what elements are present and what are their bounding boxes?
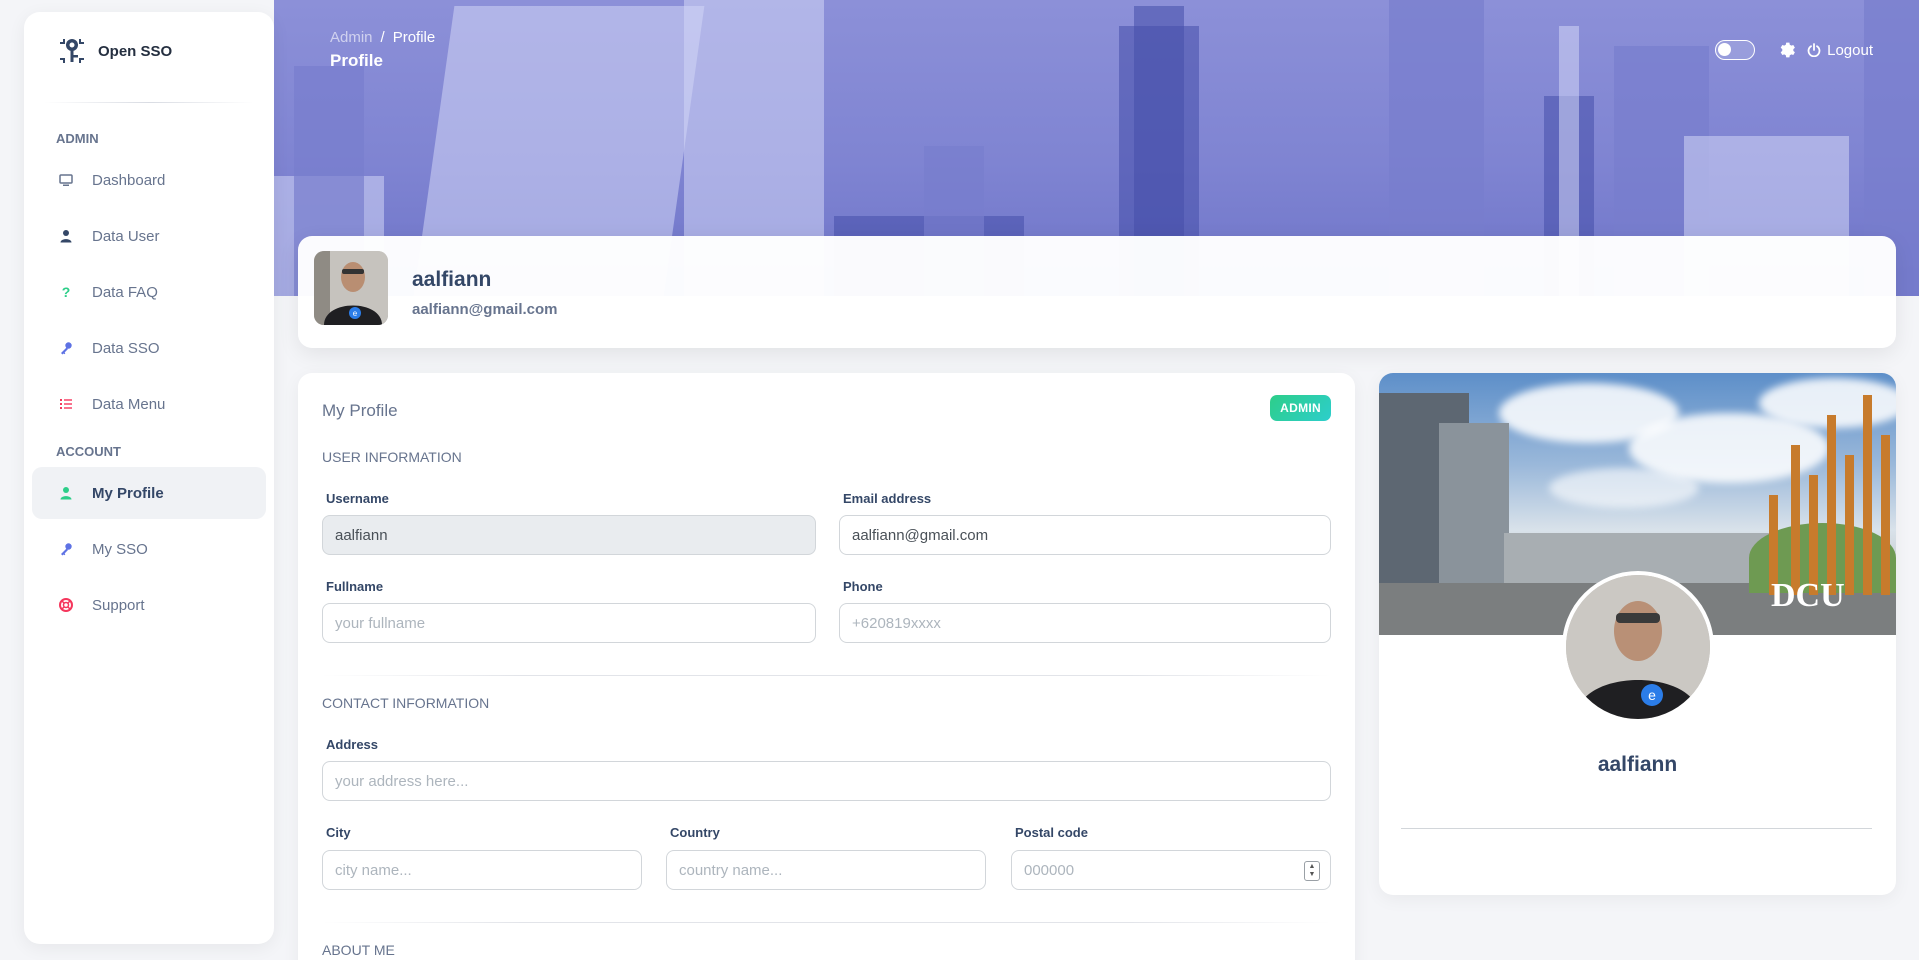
sidebar-divider (44, 102, 254, 103)
username-field[interactable]: aalfiann (322, 515, 816, 555)
sidebar-item-label: My SSO (92, 540, 148, 558)
cover-text: DCU (1771, 577, 1845, 614)
sidebar-item-my-profile[interactable]: My Profile (32, 467, 266, 519)
summary-name: aalfiann (1597, 753, 1678, 776)
logout-button[interactable]: Logout (1807, 42, 1873, 59)
sidebar-item-label: Data SSO (92, 339, 160, 357)
breadcrumb-current: Profile (392, 29, 436, 46)
page-title: Profile (330, 51, 383, 70)
city-label: City (326, 825, 351, 840)
address-label: Address (326, 737, 379, 752)
sidebar-item-label: Support (92, 596, 145, 614)
breadcrumb-separator: / (380, 29, 385, 46)
about-me-heading: ABOUT ME (322, 942, 395, 958)
brand-name: Open SSO (98, 42, 173, 60)
user-icon (56, 226, 76, 246)
postal-code-placeholder: 000000 (1024, 861, 1075, 879)
username-label: Username (326, 491, 389, 506)
avatar-large: e (1562, 571, 1714, 723)
sidebar-item-support[interactable]: Support (32, 579, 266, 631)
sidebar-item-data-user[interactable]: Data User (32, 210, 266, 262)
contact-information-heading: CONTACT INFORMATION (322, 695, 490, 711)
summary-divider (1401, 828, 1872, 829)
profile-email: aalfiann@gmail.com (412, 301, 558, 318)
city-field[interactable]: city name... (322, 850, 642, 890)
sidebar-section-admin: ADMIN (56, 131, 99, 146)
profile-summary-card: DCU e aalfiann (1379, 373, 1896, 895)
question-icon: ? (61, 284, 71, 300)
avatar: e (314, 251, 388, 325)
postal-code-field[interactable]: 000000 ▲ ▼ (1011, 850, 1331, 890)
form-title: My Profile (322, 401, 398, 420)
phone-label: Phone (843, 579, 883, 594)
key-icon (56, 338, 76, 358)
phone-field[interactable]: +620819xxxx (839, 603, 1331, 643)
dark-mode-toggle[interactable] (1715, 40, 1756, 60)
lifebuoy-icon (56, 595, 76, 615)
gear-icon[interactable] (1779, 42, 1796, 58)
brand[interactable]: Open SSO (24, 12, 274, 90)
sidebar-item-label: My Profile (92, 484, 164, 502)
monitor-icon (56, 170, 76, 190)
svg-text:e: e (353, 309, 358, 318)
sidebar-item-data-menu[interactable]: Data Menu (32, 378, 266, 430)
fullname-field[interactable]: your fullname (322, 603, 816, 643)
sidebar: Open SSO ADMIN Dashboard Data User ? Dat… (24, 12, 274, 944)
role-badge: ADMIN (1270, 395, 1331, 421)
sidebar-item-dashboard[interactable]: Dashboard (32, 154, 266, 206)
breadcrumb-root-link[interactable]: Admin (330, 29, 373, 46)
section-divider (322, 675, 1331, 676)
profile-header-card: e aalfiann aalfiann@gmail.com (298, 236, 1896, 348)
sidebar-item-data-sso[interactable]: Data SSO (32, 322, 266, 374)
sidebar-item-label: Data FAQ (92, 283, 158, 301)
sidebar-section-account: ACCOUNT (56, 444, 121, 459)
list-icon (56, 394, 76, 414)
country-label: Country (670, 825, 720, 840)
logout-label: Logout (1827, 41, 1873, 59)
user-icon (56, 483, 76, 503)
number-stepper-icon[interactable]: ▲ ▼ (1304, 861, 1320, 881)
svg-text:e: e (1648, 687, 1656, 703)
sidebar-item-label: Data User (92, 227, 160, 245)
email-label: Email address (843, 491, 932, 506)
sidebar-item-my-sso[interactable]: My SSO (32, 523, 266, 575)
sidebar-item-data-faq[interactable]: ? Data FAQ (32, 266, 266, 318)
top-actions: Logout (1715, 40, 1873, 60)
section-divider (322, 922, 1331, 923)
profile-form-card: My Profile ADMIN USER INFORMATION Userna… (298, 373, 1355, 960)
profile-name: aalfiann (412, 268, 492, 291)
sidebar-item-label: Data Menu (92, 395, 166, 413)
key-icon (56, 539, 76, 559)
fullname-label: Fullname (326, 579, 384, 594)
sidebar-item-label: Dashboard (92, 171, 166, 189)
address-field[interactable]: your address here... (322, 761, 1331, 801)
country-field[interactable]: country name... (666, 850, 986, 890)
postal-code-label: Postal code (1015, 825, 1088, 840)
email-field[interactable]: aalfiann@gmail.com (839, 515, 1331, 555)
power-icon (1807, 43, 1821, 57)
breadcrumb: Admin / Profile (330, 29, 435, 46)
sso-logo-icon (60, 39, 84, 63)
user-information-heading: USER INFORMATION (322, 449, 462, 465)
